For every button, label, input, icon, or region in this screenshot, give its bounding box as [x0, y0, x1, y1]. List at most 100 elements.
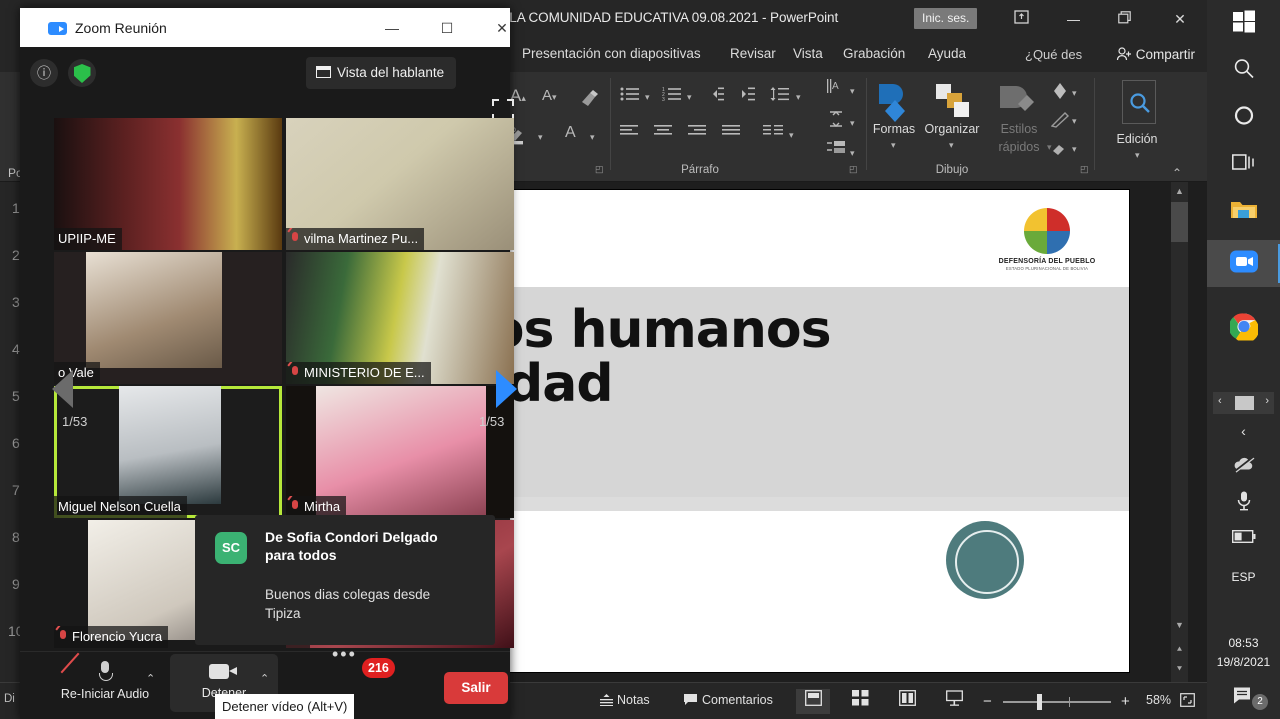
- chrome-taskbar-button[interactable]: [1207, 305, 1280, 352]
- shape-effects-dropdown-icon[interactable]: ▾: [1072, 144, 1077, 155]
- clock-date[interactable]: 19/8/2021: [1207, 655, 1280, 669]
- speaker-view-button[interactable]: Vista del hablante: [306, 57, 456, 89]
- justify-icon[interactable]: [722, 124, 740, 142]
- zoom-minimize-button[interactable]: —: [372, 16, 412, 40]
- text-direction-icon[interactable]: A: [826, 78, 846, 103]
- shape-fill-dropdown-icon[interactable]: ▾: [1072, 88, 1077, 99]
- minimize-button[interactable]: [1058, 6, 1088, 32]
- next-page-arrow-icon[interactable]: [496, 370, 517, 408]
- decrease-indent-icon[interactable]: [706, 86, 724, 107]
- bulleted-list-icon[interactable]: [620, 86, 640, 107]
- participant-tile[interactable]: MINISTERIO DE E...: [286, 252, 514, 384]
- numbered-list-dropdown-icon[interactable]: ▾: [687, 92, 692, 103]
- scrollbar-thumb[interactable]: [1171, 202, 1188, 242]
- clear-formatting-icon[interactable]: [578, 86, 600, 111]
- slide-thumb-5[interactable]: 5: [12, 388, 20, 404]
- decrease-font-size-icon[interactable]: A▾: [542, 87, 557, 104]
- previous-page-arrow-icon[interactable]: [52, 370, 73, 408]
- slide-thumb-8[interactable]: 8: [12, 529, 20, 545]
- zoom-taskbar-button[interactable]: [1207, 240, 1280, 287]
- fit-slide-to-window-icon[interactable]: [1180, 693, 1195, 710]
- participant-tile-active-speaker[interactable]: Miguel Nelson Cuella: [54, 386, 282, 518]
- text-direction-dropdown-icon[interactable]: ▾: [850, 86, 855, 97]
- clock-time[interactable]: 08:53: [1207, 636, 1280, 650]
- participant-tile[interactable]: o Vale: [54, 252, 282, 384]
- line-spacing-icon[interactable]: [770, 86, 790, 107]
- notes-button[interactable]: Notas: [600, 693, 650, 707]
- file-explorer-button[interactable]: [1207, 188, 1280, 235]
- encryption-shield-icon[interactable]: [68, 59, 96, 87]
- show-hidden-icons-button[interactable]: ‹: [1207, 414, 1280, 448]
- restore-button[interactable]: [1110, 6, 1140, 32]
- view-slideshow-button[interactable]: [937, 689, 971, 714]
- align-center-icon[interactable]: [654, 124, 672, 142]
- drawing-dialog-launcher-icon[interactable]: ◰: [1080, 164, 1089, 175]
- numbered-list-icon[interactable]: 123: [662, 86, 682, 107]
- tab-presentacion-diapositivas[interactable]: Presentación con diapositivas: [522, 46, 701, 61]
- close-button[interactable]: ✕: [1165, 6, 1195, 32]
- microphone-tray-button[interactable]: [1207, 486, 1280, 520]
- current-slide[interactable]: rechos humanos munidad iva DEFENSORÍA DE…: [509, 190, 1129, 672]
- tab-grabacion[interactable]: Grabación: [843, 46, 905, 61]
- bulleted-list-dropdown-icon[interactable]: ▾: [645, 92, 650, 103]
- zoom-in-button[interactable]: +: [1121, 693, 1130, 710]
- share-button[interactable]: Compartir: [1116, 47, 1195, 62]
- slide-thumb-1[interactable]: 1: [12, 200, 20, 216]
- next-slide-icon[interactable]: ⯆: [1171, 660, 1188, 678]
- arrange-icon[interactable]: [934, 82, 974, 127]
- align-text-icon[interactable]: [826, 110, 846, 133]
- cortana-button[interactable]: [1207, 94, 1280, 141]
- search-button[interactable]: [1207, 47, 1280, 94]
- audio-options-caret-icon[interactable]: ⌃: [146, 672, 155, 685]
- zoom-slider-track[interactable]: [1003, 701, 1111, 703]
- paragraph-dialog-launcher-icon[interactable]: ◰: [849, 164, 858, 175]
- smartart-dropdown-icon[interactable]: ▾: [850, 148, 855, 159]
- font-color-icon[interactable]: A: [565, 124, 576, 142]
- slide-vertical-scrollbar[interactable]: ▲ ▼ ⯅ ⯆: [1171, 182, 1188, 682]
- increase-indent-icon[interactable]: [737, 86, 755, 107]
- zoom-out-button[interactable]: −: [983, 693, 992, 710]
- task-view-button[interactable]: [1207, 141, 1280, 188]
- font-dialog-launcher-icon[interactable]: ◰: [595, 164, 604, 175]
- slide-thumb-2[interactable]: 2: [12, 247, 20, 263]
- previous-slide-icon[interactable]: ⯅: [1171, 640, 1188, 658]
- shape-fill-icon[interactable]: [1051, 82, 1069, 105]
- video-options-caret-icon[interactable]: ⌃: [260, 672, 269, 685]
- shape-effects-icon[interactable]: [1051, 140, 1069, 161]
- tab-revisar[interactable]: Revisar: [730, 46, 776, 61]
- collapse-ribbon-icon[interactable]: ⌃: [1172, 166, 1182, 180]
- line-spacing-dropdown-icon[interactable]: ▾: [796, 92, 801, 103]
- editing-dropdown-icon[interactable]: ▾: [1135, 150, 1140, 161]
- shape-outline-dropdown-icon[interactable]: ▾: [1072, 116, 1077, 127]
- scroll-up-arrow-icon[interactable]: ▲: [1171, 182, 1188, 200]
- align-left-icon[interactable]: [620, 124, 638, 142]
- participant-tile[interactable]: Mirtha: [286, 386, 514, 518]
- tell-me-search[interactable]: ¿Qué des: [1025, 47, 1082, 62]
- view-slide-sorter-button[interactable]: [843, 689, 877, 714]
- more-options-button[interactable]: •••: [332, 644, 357, 665]
- zoom-level-label[interactable]: 58%: [1146, 693, 1171, 707]
- find-button[interactable]: [1122, 80, 1156, 124]
- mute-audio-button[interactable]: Re-Iniciar Audio: [60, 660, 150, 701]
- align-right-icon[interactable]: [688, 124, 706, 142]
- participant-tile[interactable]: UPIIP-ME: [54, 118, 282, 250]
- columns-dropdown-icon[interactable]: ▾: [789, 130, 794, 141]
- convert-smartart-icon[interactable]: [826, 140, 846, 163]
- meeting-info-icon[interactable]: ⓘ: [30, 59, 58, 87]
- slide-thumb-3[interactable]: 3: [12, 294, 20, 310]
- battery-tray-button[interactable]: [1207, 522, 1280, 556]
- zoom-maximize-button[interactable]: ☐: [427, 16, 467, 40]
- shapes-dropdown-icon[interactable]: ▾: [891, 140, 896, 151]
- participant-tile[interactable]: vilma Martinez Pu...: [286, 118, 514, 250]
- zoom-slider-knob[interactable]: [1037, 694, 1042, 710]
- slide-thumb-7[interactable]: 7: [12, 482, 20, 498]
- taskbar-thumb[interactable]: [1235, 396, 1254, 410]
- tab-vista[interactable]: Vista: [793, 46, 823, 61]
- taskbar-overflow-strip[interactable]: ‹ ›: [1213, 392, 1274, 414]
- scroll-left-icon[interactable]: ‹: [1218, 395, 1222, 407]
- view-normal-button[interactable]: [796, 689, 830, 714]
- slide-thumb-9[interactable]: 9: [12, 576, 20, 592]
- sign-in-button[interactable]: Inic. ses.: [914, 8, 977, 29]
- slide-thumb-4[interactable]: 4: [12, 341, 20, 357]
- arrange-dropdown-icon[interactable]: ▾: [949, 140, 954, 151]
